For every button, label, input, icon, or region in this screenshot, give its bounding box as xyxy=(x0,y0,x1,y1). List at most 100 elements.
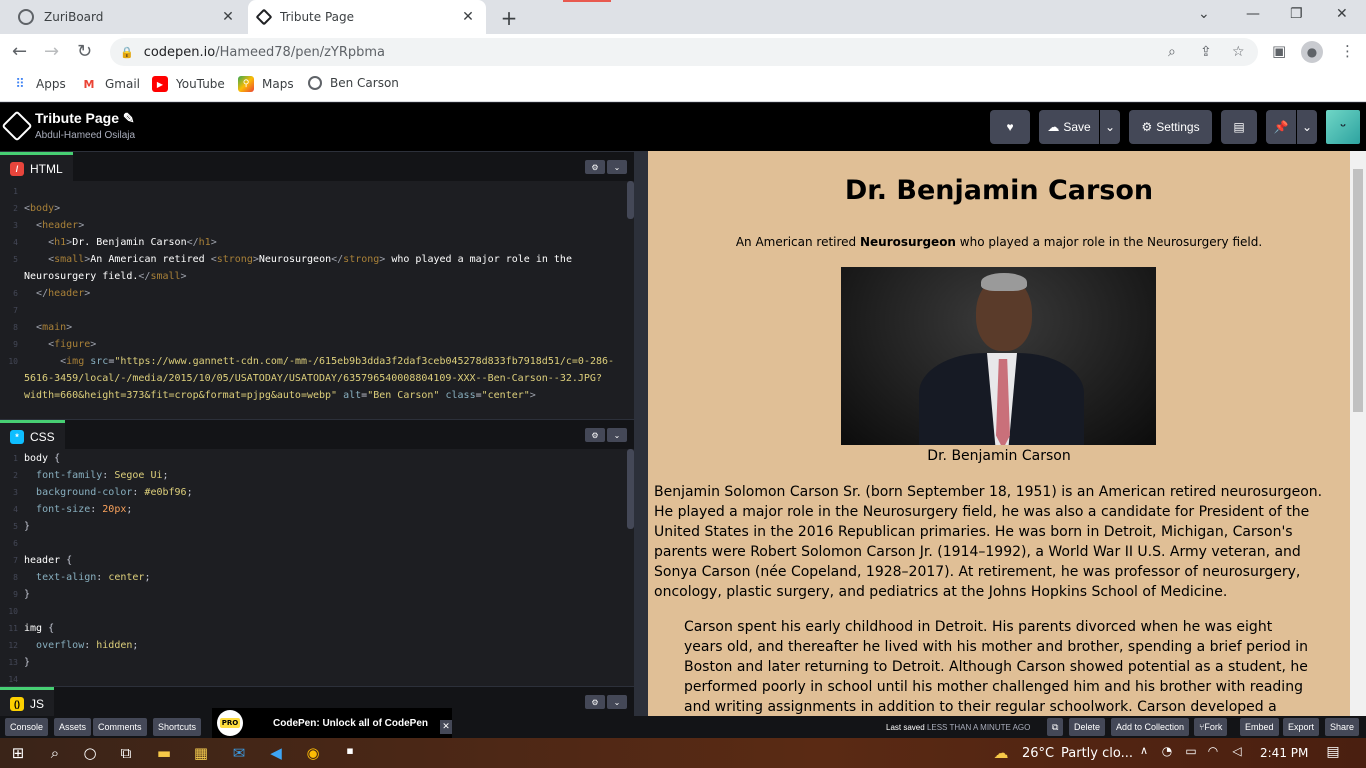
add-to-collection-button[interactable]: Add to Collection xyxy=(1111,718,1190,736)
minimize-icon[interactable]: — xyxy=(1246,6,1260,22)
code-line: 7 xyxy=(0,302,634,319)
assets-button[interactable]: Assets xyxy=(54,718,92,736)
comments-button[interactable]: Comments xyxy=(93,718,147,736)
code-line: 6 </header> xyxy=(0,285,634,302)
battery-icon[interactable]: ▭ xyxy=(1180,744,1202,758)
tab-tribute-page[interactable]: Tribute Page ✕ xyxy=(248,0,486,34)
console-button[interactable]: Console xyxy=(5,718,49,736)
html-scrollbar[interactable] xyxy=(627,181,634,219)
delete-button[interactable]: Delete xyxy=(1069,718,1106,736)
line-number: 3 xyxy=(13,488,18,497)
bookmark-ben-carson[interactable]: Ben Carson xyxy=(308,76,399,90)
css-tab[interactable]: * CSS xyxy=(0,420,65,450)
layout-button[interactable]: ▤ xyxy=(1221,110,1257,144)
code-line: 7 header { xyxy=(0,552,634,569)
html-settings-icon[interactable]: ⚙ xyxy=(585,160,605,174)
search-icon[interactable]: ⌕ xyxy=(44,744,66,762)
js-tab[interactable]: () JS xyxy=(0,687,55,717)
notifications-icon[interactable]: ▤ xyxy=(1322,744,1344,760)
bookmark-maps[interactable]: ⚲ Maps xyxy=(238,76,294,92)
chrome-icon[interactable]: ◉ xyxy=(302,744,324,762)
maximize-icon[interactable]: ❐ xyxy=(1290,6,1303,22)
close-tab-icon[interactable]: ✕ xyxy=(220,9,236,25)
shortcuts-button[interactable]: Shortcuts xyxy=(153,718,202,736)
save-button[interactable]: ☁ Save xyxy=(1039,110,1099,144)
pin-button[interactable]: 📌 xyxy=(1266,110,1296,144)
html-collapse-icon[interactable]: ⌄ xyxy=(607,160,627,174)
code-line: 12 overflow: hidden; xyxy=(0,637,634,654)
show-hidden-icons[interactable]: ∧ xyxy=(1133,744,1155,757)
settings-button[interactable]: ⚙ Settings xyxy=(1129,110,1212,144)
pen-title[interactable]: Tribute Page ✎ xyxy=(35,110,135,127)
promo-text: CodePen: Unlock all of CodePen xyxy=(273,717,429,729)
js-badge-icon: () xyxy=(10,696,24,711)
youtube-icon: ▶ xyxy=(152,76,168,92)
bookmark-star-icon[interactable]: ☆ xyxy=(1232,44,1245,60)
new-tab-icon[interactable]: + xyxy=(498,6,520,30)
js-settings-icon[interactable]: ⚙ xyxy=(585,695,605,709)
mail-icon[interactable]: ✉ xyxy=(228,744,250,762)
temperature: 26°C xyxy=(1022,746,1055,761)
line-number: 7 xyxy=(13,556,18,565)
bookmark-apps[interactable]: ⠿ Apps xyxy=(12,76,65,92)
bookmark-youtube[interactable]: ▶ YouTube xyxy=(152,76,225,92)
export-button[interactable]: Export xyxy=(1283,718,1320,736)
open-external-icon[interactable]: ⧉ xyxy=(1047,718,1064,736)
preview-scroll-thumb[interactable] xyxy=(1353,169,1363,412)
pin-dropdown-button[interactable]: ⌄ xyxy=(1297,110,1317,144)
reload-icon[interactable]: ↻ xyxy=(77,41,92,62)
close-promo-icon[interactable]: ✕ xyxy=(440,720,452,734)
zoom-search-icon[interactable]: ⌕ xyxy=(1168,44,1176,60)
vscode-icon[interactable]: ◀ xyxy=(265,744,287,762)
js-collapse-icon[interactable]: ⌄ xyxy=(607,695,627,709)
share-icon[interactable]: ⇪ xyxy=(1200,44,1212,60)
close-tab-icon[interactable]: ✕ xyxy=(460,9,476,25)
weather-text[interactable]: Partly clo... xyxy=(1061,746,1133,761)
browser-toolbar: ← → ↻ 🔒 codepen.io/Hameed78/pen/zYRpbma … xyxy=(0,34,1366,70)
fork-button[interactable]: ⑂ Fork xyxy=(1194,718,1228,736)
back-icon[interactable]: ← xyxy=(12,41,27,62)
windows-start-icon[interactable]: ⊞ xyxy=(7,744,29,762)
bookmark-gmail[interactable]: M Gmail xyxy=(81,76,141,92)
html-tab[interactable]: / HTML xyxy=(0,152,73,182)
code-line: 3 background-color: #e0bf96; xyxy=(0,484,634,501)
close-window-icon[interactable]: ✕ xyxy=(1336,6,1348,22)
cortana-icon[interactable]: ○ xyxy=(79,744,101,762)
pencil-edit-icon[interactable]: ✎ xyxy=(123,110,135,126)
bookmark-label: Maps xyxy=(262,77,294,91)
windows-taskbar: ⊞ ⌕ ○ ⧉ ▬ ▦ ✉ ◀ ◉ ▪ ☁ 26°C Partly clo...… xyxy=(0,738,1366,768)
share-button[interactable]: Share xyxy=(1325,718,1360,736)
pen-author[interactable]: Abdul-Hameed Osilaja xyxy=(35,130,135,141)
menu-kebab-icon[interactable]: ⋮ xyxy=(1340,42,1355,60)
volume-icon[interactable]: ◁ xyxy=(1226,744,1248,758)
tab-zuriboard[interactable]: ZuriBoard ✕ xyxy=(8,0,246,34)
profile-avatar-icon[interactable]: ● xyxy=(1301,41,1323,63)
forward-icon[interactable]: → xyxy=(44,41,59,62)
css-code-editor[interactable]: 1 body { 2 font-family: Segoe Ui; 3 backg… xyxy=(0,449,634,686)
wifi-icon[interactable]: ◠ xyxy=(1202,744,1224,758)
user-avatar[interactable]: ᵕ xyxy=(1326,110,1360,144)
preview-scrollbar[interactable] xyxy=(1350,151,1366,716)
html-code-editor[interactable]: 1 2 <body> 3 <header> 4 <h1>Dr. Benjamin … xyxy=(0,181,634,419)
address-bar[interactable]: 🔒 codepen.io/Hameed78/pen/zYRpbma ⌕ ⇪ ☆ xyxy=(110,38,1258,66)
css-collapse-icon[interactable]: ⌄ xyxy=(607,428,627,442)
side-panel-icon[interactable]: ▣ xyxy=(1272,42,1286,60)
css-scrollbar[interactable] xyxy=(627,449,634,529)
pro-promo-banner[interactable]: PRO CodePen: Unlock all of CodePen ✕ xyxy=(212,708,452,738)
codepen-logo-icon[interactable] xyxy=(1,110,33,142)
task-view-icon[interactable]: ⧉ xyxy=(115,744,137,762)
line-number: 8 xyxy=(13,323,18,332)
embed-button[interactable]: Embed xyxy=(1240,718,1279,736)
code-line: 4 font-size: 20px; xyxy=(0,501,634,518)
clock-time[interactable]: 2:41 PM xyxy=(1260,746,1308,760)
tab-search-icon[interactable]: ⌄ xyxy=(1198,6,1210,22)
css-settings-icon[interactable]: ⚙ xyxy=(585,428,605,442)
file-explorer-icon[interactable]: ▬ xyxy=(153,744,175,762)
save-dropdown-button[interactable]: ⌄ xyxy=(1100,110,1120,144)
terminal-icon[interactable]: ▪ xyxy=(339,744,361,757)
store-icon[interactable]: ▦ xyxy=(190,744,212,762)
network-icon[interactable]: ◔ xyxy=(1156,744,1178,758)
pane-resizer[interactable] xyxy=(634,151,648,716)
photo-hair xyxy=(981,273,1027,291)
heart-button[interactable]: ♥ xyxy=(990,110,1030,144)
